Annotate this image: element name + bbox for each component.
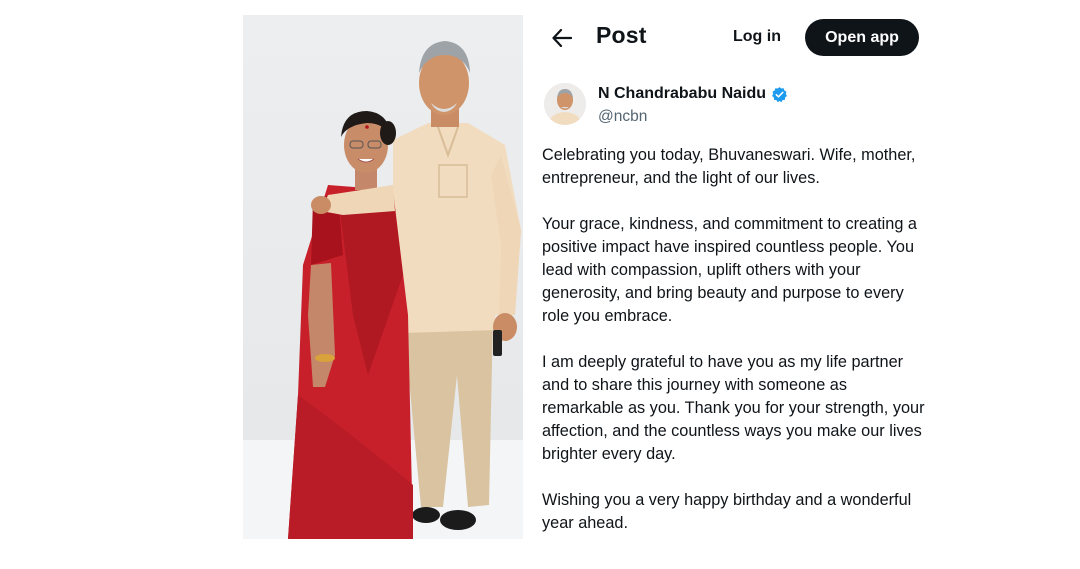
arrow-left-icon (552, 29, 572, 47)
post-text: Celebrating you today, Bhuvaneswari. Wif… (542, 144, 927, 558)
login-button[interactable]: Log in (723, 20, 791, 54)
verified-badge-icon (772, 86, 787, 102)
back-button[interactable] (548, 24, 576, 52)
author-name-text: N Chandrababu Naidu (598, 85, 767, 102)
author-name[interactable]: N Chandrababu Naidu (598, 85, 788, 103)
post-photo[interactable] (243, 15, 523, 539)
page-title: Post (596, 22, 647, 48)
couple-photo-illustration (243, 15, 523, 539)
author-avatar-image (544, 83, 586, 125)
post-paragraph: I am deeply grateful to have you as my l… (542, 353, 925, 463)
post-paragraph: Wishing you a very happy birthday and a … (542, 491, 912, 532)
post-paragraph: Your grace, kindness, and commitment to … (542, 215, 917, 325)
avatar[interactable] (544, 83, 586, 125)
open-app-button[interactable]: Open app (805, 19, 919, 56)
author-handle[interactable]: @ncbn (598, 108, 647, 126)
post-paragraph: Celebrating you today, Bhuvaneswari. Wif… (542, 146, 916, 187)
